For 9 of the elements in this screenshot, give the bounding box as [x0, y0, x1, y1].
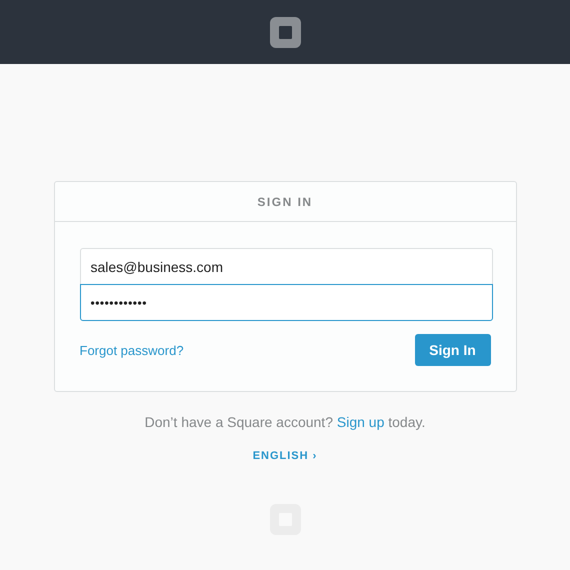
signup-prompt: Don’t have a Square account? Sign up today.	[144, 414, 426, 430]
email-field[interactable]: sales@business.com	[80, 248, 492, 285]
language-link[interactable]: ENGLISH ›	[252, 450, 318, 462]
forgot-password-link[interactable]: Forgot password?	[80, 342, 184, 358]
sign-in-button[interactable]: Sign In	[414, 334, 490, 366]
logo-icon	[270, 16, 300, 48]
sign-up-link[interactable]: Sign up	[336, 414, 384, 430]
password-field[interactable]: ••••••••••••	[80, 284, 492, 321]
card-title: SIGN IN	[257, 194, 313, 208]
